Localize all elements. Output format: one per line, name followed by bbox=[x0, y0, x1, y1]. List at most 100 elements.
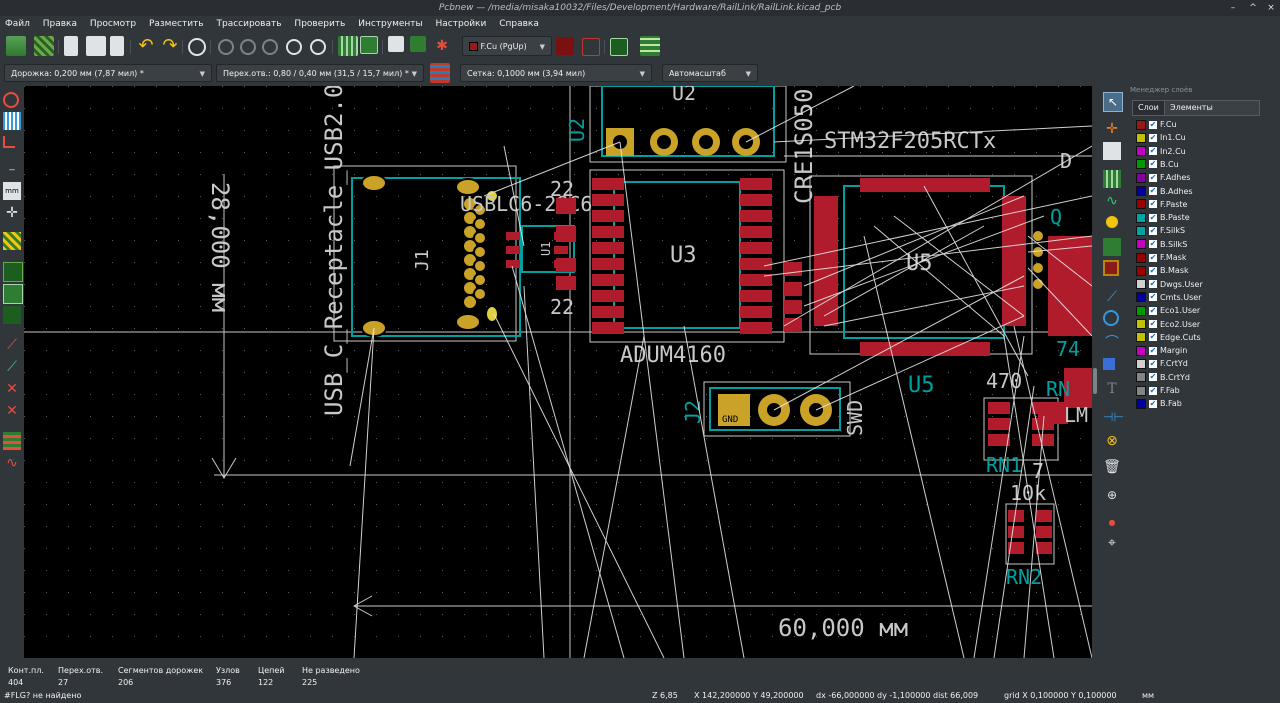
bug-icon[interactable]: ✱ bbox=[432, 36, 452, 56]
layer-row[interactable]: ✔ F.Cu bbox=[1136, 118, 1177, 131]
layer-row[interactable]: ✔ F.Adhes bbox=[1136, 171, 1190, 184]
layer-row[interactable]: ✔ F.Mask bbox=[1136, 251, 1186, 264]
module-ratsnest-icon[interactable] bbox=[3, 262, 23, 282]
layer-visibility-checkbox[interactable]: ✔ bbox=[1149, 306, 1157, 315]
tab-items[interactable]: Элементы bbox=[1164, 100, 1260, 116]
via-size-select[interactable]: Перех.отв.: 0,80 / 0,40 мм (31,5 / 15,7 … bbox=[216, 64, 424, 82]
maximize-icon[interactable]: ^ bbox=[1246, 0, 1260, 16]
add-zone-icon[interactable] bbox=[1103, 238, 1121, 256]
layer-visibility-checkbox[interactable]: ✔ bbox=[1149, 133, 1157, 142]
drc-icon[interactable] bbox=[410, 36, 426, 52]
layer-visibility-checkbox[interactable]: ✔ bbox=[1149, 320, 1157, 328]
layer-color-swatch[interactable] bbox=[1136, 345, 1146, 356]
add-via-icon[interactable] bbox=[1106, 216, 1118, 228]
layer-row[interactable]: ✔ B.SilkS bbox=[1136, 238, 1187, 251]
find-icon[interactable] bbox=[188, 38, 206, 56]
layer-visibility-checkbox[interactable]: ✔ bbox=[1149, 147, 1157, 156]
layer-row[interactable]: ✔ B.Fab bbox=[1136, 397, 1182, 410]
menu-place[interactable]: Разместить bbox=[144, 16, 209, 32]
layer-color-swatch[interactable] bbox=[1136, 265, 1146, 276]
measure-icon[interactable]: ⌖ bbox=[1103, 534, 1121, 552]
minimize-icon[interactable]: – bbox=[1226, 0, 1240, 16]
u5-top-pads[interactable] bbox=[860, 178, 990, 192]
add-line-icon[interactable]: ⟋ bbox=[1103, 288, 1121, 306]
tab-layers[interactable]: Слои bbox=[1132, 100, 1165, 116]
layer-row[interactable]: ✔ F.SilkS bbox=[1136, 224, 1185, 237]
u5-right-pads[interactable] bbox=[1002, 196, 1026, 326]
grid-icon[interactable] bbox=[3, 112, 21, 130]
layer-pair-icon[interactable] bbox=[556, 37, 574, 55]
auto-delete-track-icon[interactable] bbox=[3, 306, 21, 324]
redo-icon[interactable]: ↷ bbox=[160, 36, 180, 56]
layer-row[interactable]: ✔ F.CrtYd bbox=[1136, 357, 1188, 370]
pcb-drawing[interactable]: 28,000 мм 60,000 мм USB_C_Receptacle_USB… bbox=[24, 86, 1092, 658]
close-icon[interactable]: × bbox=[1264, 0, 1278, 16]
layer-color-swatch[interactable] bbox=[1136, 186, 1146, 196]
layer-visibility-checkbox[interactable]: ✔ bbox=[1149, 293, 1157, 302]
layer-visibility-checkbox[interactable]: ✔ bbox=[1149, 213, 1157, 222]
layer-color-swatch[interactable] bbox=[1136, 239, 1146, 250]
layer-color-swatch[interactable] bbox=[1136, 279, 1146, 290]
curved-ratsnest-icon[interactable] bbox=[3, 284, 23, 304]
delete-icon[interactable]: 🗑 bbox=[1103, 458, 1121, 476]
zoom-out-icon[interactable] bbox=[262, 39, 278, 55]
route-track-icon[interactable]: ∿ bbox=[1103, 192, 1121, 210]
add-circle-icon[interactable] bbox=[1103, 310, 1119, 326]
high-contrast-icon[interactable] bbox=[3, 432, 21, 450]
layer-color-swatch[interactable] bbox=[1136, 199, 1146, 210]
layer-visibility-checkbox[interactable]: ✔ bbox=[1149, 120, 1157, 129]
scripting-console-icon[interactable] bbox=[610, 38, 628, 56]
auto-track-width-icon[interactable] bbox=[430, 63, 450, 83]
layer-visibility-checkbox[interactable]: ✔ bbox=[1149, 253, 1157, 262]
netlist-icon[interactable] bbox=[338, 36, 358, 56]
layer-color-swatch[interactable] bbox=[1136, 252, 1146, 263]
menu-help[interactable]: Справка bbox=[494, 16, 544, 32]
layer-visibility-checkbox[interactable]: ✔ bbox=[1149, 240, 1157, 249]
pad-sketch-icon[interactable]: ✕ bbox=[3, 380, 21, 398]
layer-row[interactable]: ✔ In2.Cu bbox=[1136, 145, 1186, 158]
layer-row[interactable]: ✔ B.CrtYd bbox=[1136, 371, 1190, 384]
layer-color-swatch[interactable] bbox=[1136, 172, 1146, 183]
layer-visibility-checkbox[interactable]: ✔ bbox=[1149, 173, 1157, 182]
layer-row[interactable]: ✔ B.Paste bbox=[1136, 211, 1190, 224]
layer-row[interactable]: ✔ Eco1.User bbox=[1136, 304, 1200, 317]
polar-coords-icon[interactable] bbox=[3, 136, 15, 148]
menu-preferences[interactable]: Настройки bbox=[431, 16, 492, 32]
layer-color-swatch[interactable] bbox=[1136, 212, 1146, 223]
zoom-in-icon[interactable] bbox=[240, 39, 256, 55]
units-mm-icon[interactable]: mm bbox=[3, 182, 21, 200]
via-sketch-icon[interactable]: ✕ bbox=[3, 402, 21, 420]
zoom-select[interactable]: Автомасштаб ▼ bbox=[662, 64, 758, 82]
layer-color-swatch[interactable] bbox=[1136, 292, 1146, 303]
pcb-canvas[interactable]: 28,000 мм 60,000 мм USB_C_Receptacle_USB… bbox=[24, 86, 1092, 658]
menu-file[interactable]: Файл bbox=[0, 16, 35, 32]
new-board-icon[interactable] bbox=[64, 36, 78, 56]
show-ratsnest-icon[interactable] bbox=[3, 232, 21, 250]
drill-origin-icon[interactable]: ⊕ bbox=[1103, 486, 1121, 504]
microwave-icon[interactable]: ∿ bbox=[3, 454, 21, 472]
layer-row[interactable]: ✔ Eco2.User bbox=[1136, 318, 1200, 331]
layer-row[interactable]: ✔ B.Adhes bbox=[1136, 185, 1193, 198]
zoom-fit-icon[interactable] bbox=[286, 39, 302, 55]
layer-selector[interactable]: F.Cu (PgUp) ▼ bbox=[462, 36, 552, 56]
layer-row[interactable]: ✔ F.Paste bbox=[1136, 198, 1187, 211]
layer-visibility-checkbox[interactable]: ✔ bbox=[1149, 187, 1157, 195]
menu-inspect[interactable]: Проверить bbox=[289, 16, 350, 32]
menu-edit[interactable]: Правка bbox=[38, 16, 82, 32]
select-arrow-icon[interactable]: ↖ bbox=[1103, 92, 1123, 112]
add-target-icon[interactable]: ⊗ bbox=[1103, 432, 1121, 450]
zoom-selection-icon[interactable] bbox=[310, 39, 326, 55]
layer-color-swatch[interactable] bbox=[1136, 146, 1146, 157]
layer-row[interactable]: ✔ Cmts.User bbox=[1136, 291, 1201, 304]
plot-icon[interactable] bbox=[110, 36, 124, 56]
layer-color-swatch[interactable] bbox=[1136, 305, 1146, 316]
undo-icon[interactable]: ↶ bbox=[136, 36, 156, 56]
local-ratsnest-icon[interactable] bbox=[1103, 142, 1121, 160]
board-setup-icon[interactable] bbox=[6, 36, 26, 56]
layer-visibility-checkbox[interactable]: ✔ bbox=[1149, 399, 1157, 408]
via-icon[interactable] bbox=[582, 38, 600, 56]
update-pcb-icon[interactable] bbox=[360, 36, 378, 54]
add-polygon-icon[interactable] bbox=[1103, 358, 1115, 370]
layer-row[interactable]: ✔ Margin bbox=[1136, 344, 1187, 357]
layer-color-swatch[interactable] bbox=[1136, 159, 1146, 170]
